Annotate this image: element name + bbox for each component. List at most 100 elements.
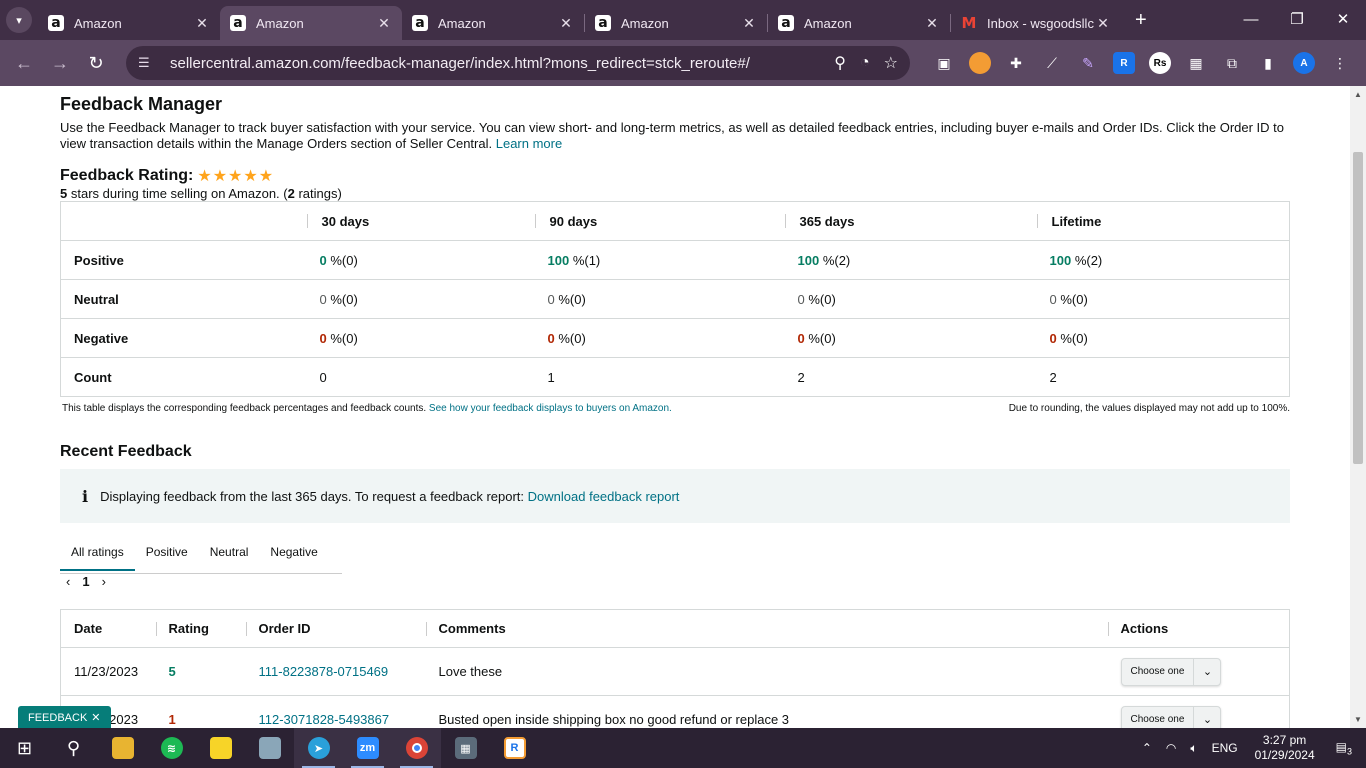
volume-icon[interactable]: 🔈︎	[1190, 741, 1197, 756]
side-panel-icon[interactable]: ▮	[1250, 55, 1286, 72]
close-icon[interactable]: ✕	[91, 711, 100, 724]
forward-icon[interactable]: →	[42, 53, 78, 74]
tab-all-ratings[interactable]: All ratings	[60, 538, 135, 571]
extension-pen-icon[interactable]: ⟋	[1034, 55, 1070, 72]
choose-one-dropdown[interactable]: Choose one ⌄	[1120, 657, 1222, 686]
windows-start-icon[interactable]: ⊞	[0, 728, 49, 768]
bookmark-star-icon[interactable]: ☆	[884, 53, 898, 73]
scrollbar-thumb[interactable]	[1353, 152, 1363, 464]
reload-icon[interactable]: ↻	[78, 53, 114, 74]
page-scrollbar[interactable]: ▲ ▼	[1350, 86, 1366, 728]
table-row: 11/12/2023 1 112-3071828-5493867 Busted …	[60, 695, 1290, 728]
extension-off-icon[interactable]: ▣	[926, 55, 962, 72]
metric-cell: 0 %(0)	[1036, 279, 1290, 319]
clock[interactable]: 3:27 pm 01/29/2024	[1255, 733, 1315, 763]
performance-icon[interactable]: ◔	[860, 54, 870, 72]
menu-kebab-icon[interactable]: ⋮	[1322, 55, 1358, 72]
tab-neutral[interactable]: Neutral	[199, 538, 260, 573]
notification-center-icon[interactable]: ▤3	[1336, 740, 1352, 756]
zoom-app-icon[interactable]: zm	[343, 728, 392, 768]
notes-app-icon[interactable]	[245, 728, 294, 768]
buyer-display-link[interactable]: See how your feedback displays to buyers…	[429, 403, 672, 414]
prev-page-icon[interactable]: ‹	[66, 574, 70, 589]
close-icon[interactable]: ✕	[924, 15, 940, 32]
row-label: Positive	[60, 240, 307, 280]
restore-icon[interactable]: ❐	[1274, 0, 1320, 40]
extension-r-icon[interactable]: R	[1106, 52, 1142, 74]
description-text: Use the Feedback Manager to track buyer …	[60, 120, 1284, 151]
calculator-icon[interactable]: ▦	[441, 728, 490, 768]
next-page-icon[interactable]: ›	[102, 574, 106, 589]
browser-tab[interactable]: M Inbox - wsgoodsllc@ ✕	[951, 6, 1121, 40]
row-label: Negative	[60, 318, 307, 358]
language-indicator[interactable]: ENG	[1212, 741, 1238, 755]
r-app-icon[interactable]: R	[490, 728, 539, 768]
order-id-link[interactable]: 111-8223878-0715469	[245, 647, 426, 696]
browser-tab[interactable]: a Amazon ✕	[38, 6, 220, 40]
windows-taskbar: ⊞ ⚲ ≋ ➤ zm ▦ R ⌃ ◠ 🔈︎ ENG 3:27 pm 01/29/…	[0, 728, 1366, 768]
back-icon[interactable]: ←	[6, 53, 42, 74]
extensions-puzzle-icon[interactable]: ⧉	[1214, 55, 1250, 72]
extension-orange-icon[interactable]	[962, 52, 998, 74]
close-icon[interactable]: ✕	[1095, 15, 1111, 32]
rounding-note: Due to rounding, the values displayed ma…	[1008, 403, 1290, 414]
choose-one-dropdown[interactable]: Choose one ⌄	[1120, 705, 1222, 728]
order-id-link[interactable]: 112-3071828-5493867	[245, 695, 426, 728]
metric-cell: 0 %(0)	[784, 279, 1037, 319]
extension-puzzle-blue-icon[interactable]: ✚	[998, 55, 1034, 72]
close-icon[interactable]: ✕	[558, 15, 574, 32]
feedback-comment: Love these	[425, 647, 1108, 696]
tab-search-icon[interactable]: ▾	[6, 7, 32, 33]
recent-feedback-heading: Recent Feedback	[60, 443, 192, 460]
feedback-rating: 5	[155, 647, 246, 696]
metrics-row-neutral: Neutral 0 %(0) 0 %(0) 0 %(0) 0 %(0)	[60, 279, 1290, 319]
browser-toolbar: ← → ↻ ☰ sellercentral.amazon.com/feedbac…	[0, 40, 1366, 86]
profile-avatar[interactable]: A	[1286, 52, 1322, 74]
metric-cell: 0 %(0)	[534, 279, 785, 319]
address-bar[interactable]: ☰ sellercentral.amazon.com/feedback-mana…	[126, 46, 910, 80]
zoom-icon[interactable]: ⚲	[834, 53, 846, 73]
feedback-widget-button[interactable]: FEEDBACK ✕	[18, 706, 111, 728]
tab-negative[interactable]: Negative	[259, 538, 328, 573]
col-date: Date	[60, 609, 156, 648]
tray-expand-icon[interactable]: ⌃	[1142, 741, 1152, 755]
url-text[interactable]: sellercentral.amazon.com/feedback-manage…	[170, 55, 820, 72]
rating-label: Feedback Rating:	[60, 167, 194, 184]
close-window-icon[interactable]: ✕	[1320, 0, 1366, 40]
extension-qr-icon[interactable]: ▦	[1178, 55, 1214, 72]
close-icon[interactable]: ✕	[741, 15, 757, 32]
metric-cell: 0 %(0)	[534, 318, 785, 358]
tab-positive[interactable]: Positive	[135, 538, 199, 573]
download-report-link[interactable]: Download feedback report	[528, 489, 680, 504]
close-icon[interactable]: ✕	[194, 15, 210, 32]
extension-rs-icon[interactable]: Rs	[1142, 52, 1178, 74]
search-icon[interactable]: ⚲	[49, 728, 98, 768]
new-tab-icon[interactable]: +	[1135, 9, 1147, 32]
window-controls: — ❐ ✕	[1228, 0, 1366, 40]
scroll-down-icon[interactable]: ▼	[1350, 715, 1366, 724]
browser-tab[interactable]: a Amazon ✕	[402, 6, 584, 40]
page-number[interactable]: 1	[82, 574, 89, 589]
browser-tab-active[interactable]: a Amazon ✕	[220, 6, 402, 40]
site-info-icon[interactable]: ☰	[138, 55, 158, 71]
rating-sub-mid: stars during time selling on Amazon. (	[67, 186, 288, 201]
rating-sub-count: 2	[287, 186, 295, 201]
metrics-row-positive: Positive 0 %(0) 100 %(1) 100 %(2) 100 %(…	[60, 240, 1290, 280]
page-viewport: Feedback Manager Use the Feedback Manage…	[0, 86, 1350, 728]
telegram-icon[interactable]: ➤	[294, 728, 343, 768]
recent-feedback-table: Date Rating Order ID Comments Actions 11…	[60, 609, 1290, 728]
file-explorer-icon[interactable]	[98, 728, 147, 768]
choose-one-label: Choose one	[1122, 658, 1195, 685]
minimize-icon[interactable]: —	[1228, 0, 1274, 40]
sticky-notes-icon[interactable]	[196, 728, 245, 768]
chrome-icon[interactable]	[392, 728, 441, 768]
wifi-icon[interactable]: ◠	[1166, 741, 1176, 755]
spotify-icon[interactable]: ≋	[147, 728, 196, 768]
tab-title: Amazon	[804, 15, 852, 31]
browser-tab[interactable]: a Amazon ✕	[768, 6, 950, 40]
extension-feather-icon[interactable]: ✎	[1070, 55, 1106, 72]
learn-more-link[interactable]: Learn more	[496, 136, 562, 151]
close-icon[interactable]: ✕	[376, 15, 392, 32]
scroll-up-icon[interactable]: ▲	[1350, 90, 1366, 99]
browser-tab[interactable]: a Amazon ✕	[585, 6, 767, 40]
